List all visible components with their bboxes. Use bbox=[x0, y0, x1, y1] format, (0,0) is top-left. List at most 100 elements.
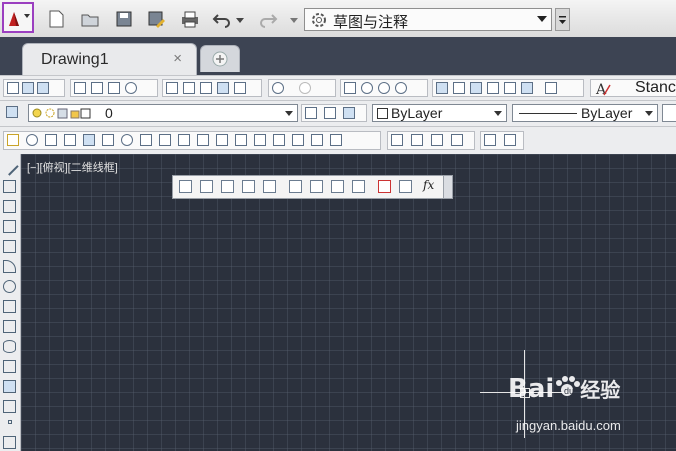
tool-palettes-icon[interactable] bbox=[470, 82, 482, 94]
blend-curves-icon[interactable] bbox=[311, 134, 323, 146]
undo-icon[interactable] bbox=[212, 9, 232, 29]
cut-icon[interactable] bbox=[166, 82, 178, 94]
tab-drawing1[interactable]: Drawing1 × bbox=[22, 43, 197, 75]
explode-icon[interactable] bbox=[330, 134, 342, 146]
point-icon[interactable] bbox=[8, 420, 12, 424]
customize-qat-button[interactable] bbox=[555, 8, 570, 31]
redo-icon[interactable] bbox=[258, 9, 278, 29]
new-icon[interactable] bbox=[7, 82, 19, 94]
markup-icon[interactable] bbox=[504, 82, 516, 94]
save-as-icon[interactable] bbox=[146, 9, 166, 29]
pan-icon[interactable] bbox=[344, 82, 356, 94]
construction-line-icon[interactable] bbox=[3, 180, 16, 193]
rotate-icon[interactable] bbox=[121, 134, 133, 146]
erase-icon[interactable] bbox=[7, 134, 19, 146]
spline-icon[interactable] bbox=[3, 320, 16, 333]
open-folder-icon[interactable] bbox=[80, 9, 100, 29]
layer-previous-icon[interactable] bbox=[324, 107, 336, 119]
properties-icon[interactable] bbox=[436, 82, 448, 94]
text-style-value[interactable]: Stanc bbox=[635, 79, 676, 97]
hatch-icon[interactable] bbox=[3, 436, 16, 449]
angular-icon[interactable] bbox=[289, 180, 302, 193]
ellipse-arc-icon[interactable] bbox=[3, 360, 16, 373]
design-center-icon[interactable] bbox=[453, 82, 465, 94]
new-file-icon[interactable] bbox=[46, 9, 66, 29]
scale-icon[interactable] bbox=[140, 134, 152, 146]
circle-icon[interactable] bbox=[3, 280, 16, 293]
fx-icon[interactable]: fx bbox=[423, 178, 434, 192]
lineweight-combo[interactable] bbox=[662, 104, 676, 122]
floating-toolbar-grip[interactable] bbox=[443, 175, 453, 199]
save-icon[interactable] bbox=[37, 82, 49, 94]
layer-combo[interactable]: 0 bbox=[28, 104, 298, 122]
linetype-combo[interactable]: ByLayer bbox=[512, 104, 658, 122]
make-current-icon[interactable] bbox=[305, 107, 317, 119]
group-icon[interactable] bbox=[484, 134, 496, 146]
close-icon[interactable]: × bbox=[173, 50, 182, 67]
mirror-icon[interactable] bbox=[45, 134, 57, 146]
save-icon[interactable] bbox=[114, 9, 134, 29]
paste-icon[interactable] bbox=[200, 82, 212, 94]
break-icon[interactable] bbox=[235, 134, 247, 146]
zoom-previous-icon[interactable] bbox=[395, 82, 407, 94]
fillet-icon[interactable] bbox=[292, 134, 304, 146]
redo-small-icon[interactable] bbox=[299, 82, 311, 94]
insert-block-icon[interactable] bbox=[3, 380, 16, 393]
zoom-realtime-icon[interactable] bbox=[361, 82, 373, 94]
block-editor-icon[interactable] bbox=[234, 82, 246, 94]
preview-icon[interactable] bbox=[91, 82, 103, 94]
arc-length-icon[interactable] bbox=[221, 180, 234, 193]
radius-icon[interactable] bbox=[263, 180, 276, 193]
send-under-icon[interactable] bbox=[451, 134, 463, 146]
plot-icon[interactable] bbox=[74, 82, 86, 94]
linear-dimension-icon[interactable] bbox=[179, 180, 192, 193]
revcloud-icon[interactable] bbox=[3, 300, 16, 313]
help-icon[interactable] bbox=[545, 82, 557, 94]
arc-icon[interactable] bbox=[3, 260, 16, 273]
move-icon[interactable] bbox=[102, 134, 114, 146]
join-icon[interactable] bbox=[254, 134, 266, 146]
continue-icon[interactable] bbox=[352, 180, 365, 193]
undo-small-icon[interactable] bbox=[272, 82, 284, 94]
aligned-dimension-icon[interactable] bbox=[200, 180, 213, 193]
dim-break-icon[interactable] bbox=[378, 180, 391, 193]
layer-properties-icon[interactable] bbox=[6, 106, 18, 118]
bring-above-icon[interactable] bbox=[431, 134, 443, 146]
new-tab-button[interactable] bbox=[200, 45, 240, 72]
line-icon[interactable] bbox=[0, 157, 19, 176]
sheet-set-icon[interactable] bbox=[487, 82, 499, 94]
rectangle-icon[interactable] bbox=[3, 240, 16, 253]
ellipse-icon[interactable] bbox=[3, 340, 16, 353]
break-at-point-icon[interactable] bbox=[216, 134, 228, 146]
trim-icon[interactable] bbox=[178, 134, 190, 146]
copy-object-icon[interactable] bbox=[26, 134, 38, 146]
make-block-icon[interactable] bbox=[3, 400, 16, 413]
polyline-icon[interactable] bbox=[3, 200, 16, 213]
match-properties-icon[interactable] bbox=[217, 82, 229, 94]
dim-edit-icon[interactable] bbox=[399, 180, 412, 193]
zoom-window-icon[interactable] bbox=[378, 82, 390, 94]
redo-dropdown-icon[interactable] bbox=[290, 9, 298, 29]
text-style-icon[interactable]: A bbox=[595, 81, 611, 96]
baseline-icon[interactable] bbox=[331, 180, 344, 193]
3d-print-icon[interactable] bbox=[125, 82, 137, 94]
stretch-icon[interactable] bbox=[159, 134, 171, 146]
open-icon[interactable] bbox=[22, 82, 34, 94]
copy-icon[interactable] bbox=[183, 82, 195, 94]
application-menu-button[interactable] bbox=[2, 2, 34, 33]
offset-icon[interactable] bbox=[64, 134, 76, 146]
viewport-controls-label[interactable]: [−][俯视][二维线框] bbox=[27, 159, 118, 175]
chamfer-icon[interactable] bbox=[273, 134, 285, 146]
quick-dimension-icon[interactable] bbox=[310, 180, 323, 193]
print-icon[interactable] bbox=[180, 9, 200, 29]
undo-dropdown-icon[interactable] bbox=[236, 9, 244, 29]
bring-to-front-icon[interactable] bbox=[391, 134, 403, 146]
quickcalc-icon[interactable] bbox=[521, 82, 533, 94]
extend-icon[interactable] bbox=[197, 134, 209, 146]
layer-states-icon[interactable] bbox=[343, 107, 355, 119]
send-to-back-icon[interactable] bbox=[411, 134, 423, 146]
polygon-icon[interactable] bbox=[3, 220, 16, 233]
ungroup-icon[interactable] bbox=[504, 134, 516, 146]
workspace-switcher[interactable]: 草图与注释 bbox=[304, 8, 552, 31]
color-combo[interactable]: ByLayer bbox=[372, 104, 507, 122]
